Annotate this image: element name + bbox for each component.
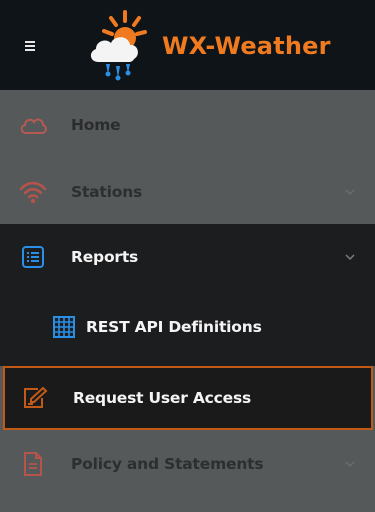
chevron-down-icon[interactable] — [343, 250, 357, 264]
side-nav: Home Stations Reports REST API Definitio… — [0, 90, 375, 498]
chevron-down-icon[interactable] — [343, 457, 357, 471]
list-icon — [19, 243, 47, 271]
nav-label-rest-api-definitions: REST API Definitions — [86, 318, 262, 336]
sun-cloud-rain-icon — [90, 10, 147, 81]
hamburger-icon-line — [25, 49, 35, 51]
chevron-down-icon[interactable] — [343, 185, 357, 199]
nav-label-reports: Reports — [71, 248, 139, 266]
cloud-icon — [19, 111, 47, 139]
nav-label-stations: Stations — [71, 183, 143, 201]
nav-item-policy-and-statements[interactable]: Policy and Statements — [0, 430, 375, 498]
nav-item-home[interactable]: Home — [0, 90, 375, 160]
grid-icon — [50, 313, 78, 341]
wifi-signal-icon — [19, 178, 47, 206]
nav-item-reports[interactable]: Reports — [0, 224, 375, 290]
nav-label-request-user-access: Request User Access — [73, 389, 252, 407]
hamburger-menu-button[interactable] — [8, 30, 52, 62]
hamburger-icon — [25, 41, 35, 43]
nav-label-policy-and-statements: Policy and Statements — [71, 455, 264, 473]
nav-label-home: Home — [71, 116, 121, 134]
nav-item-request-user-access[interactable]: Request User Access — [3, 366, 373, 430]
nav-item-stations[interactable]: Stations — [0, 160, 375, 224]
document-icon — [19, 450, 47, 478]
edit-icon — [21, 384, 49, 412]
top-bar: WX-Weather — [0, 0, 375, 90]
brand-title: WX-Weather — [162, 32, 331, 60]
nav-item-rest-api-definitions[interactable]: REST API Definitions — [0, 290, 375, 364]
hamburger-icon-line — [25, 45, 35, 47]
